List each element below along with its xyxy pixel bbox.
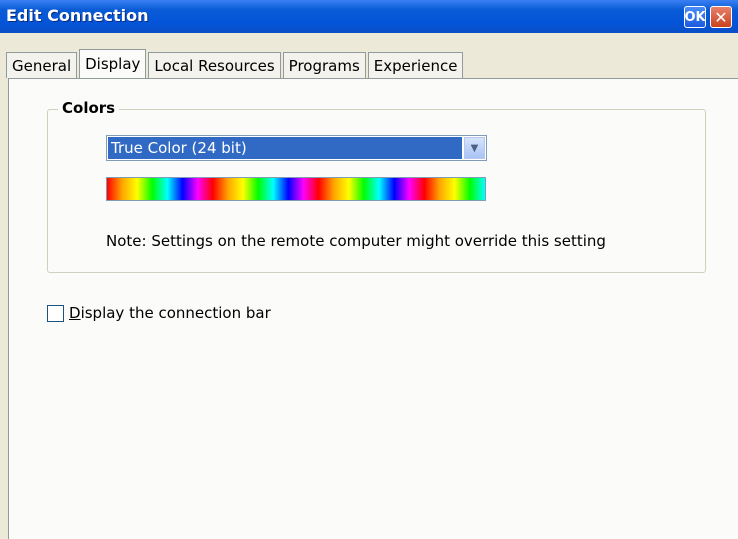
connection-bar-option[interactable]: Display the connection bar bbox=[47, 304, 271, 322]
chevron-down-icon[interactable]: ▼ bbox=[464, 137, 485, 159]
tab-experience[interactable]: Experience bbox=[367, 52, 464, 78]
tab-local-resources[interactable]: Local Resources bbox=[148, 52, 281, 78]
color-depth-select[interactable]: True Color (24 bit) ▼ bbox=[106, 135, 487, 161]
connection-bar-mnemonic: D bbox=[69, 304, 81, 322]
display-panel: Colors True Color (24 bit) ▼ Note: Setti… bbox=[8, 78, 738, 539]
colors-group-label: Colors bbox=[58, 99, 120, 117]
tab-general[interactable]: General bbox=[6, 52, 78, 78]
tab-display[interactable]: Display bbox=[79, 49, 147, 79]
title-bar[interactable]: Edit Connection OK ✕ bbox=[0, 0, 738, 33]
color-depth-value: True Color (24 bit) bbox=[108, 137, 462, 159]
connection-bar-label-text: isplay the connection bar bbox=[80, 304, 271, 322]
close-button[interactable]: ✕ bbox=[710, 6, 732, 28]
connection-bar-label[interactable]: Display the connection bar bbox=[69, 304, 271, 322]
color-preview-bar bbox=[106, 177, 486, 201]
connection-bar-checkbox[interactable] bbox=[47, 304, 64, 322]
colors-group: Colors True Color (24 bit) ▼ Note: Setti… bbox=[47, 99, 706, 273]
ok-button[interactable]: OK bbox=[684, 6, 706, 28]
tab-strip: General Display Local Resources Programs… bbox=[6, 49, 465, 79]
tab-programs[interactable]: Programs bbox=[282, 52, 366, 78]
window-title: Edit Connection bbox=[6, 6, 149, 25]
colors-note: Note: Settings on the remote computer mi… bbox=[106, 232, 606, 250]
